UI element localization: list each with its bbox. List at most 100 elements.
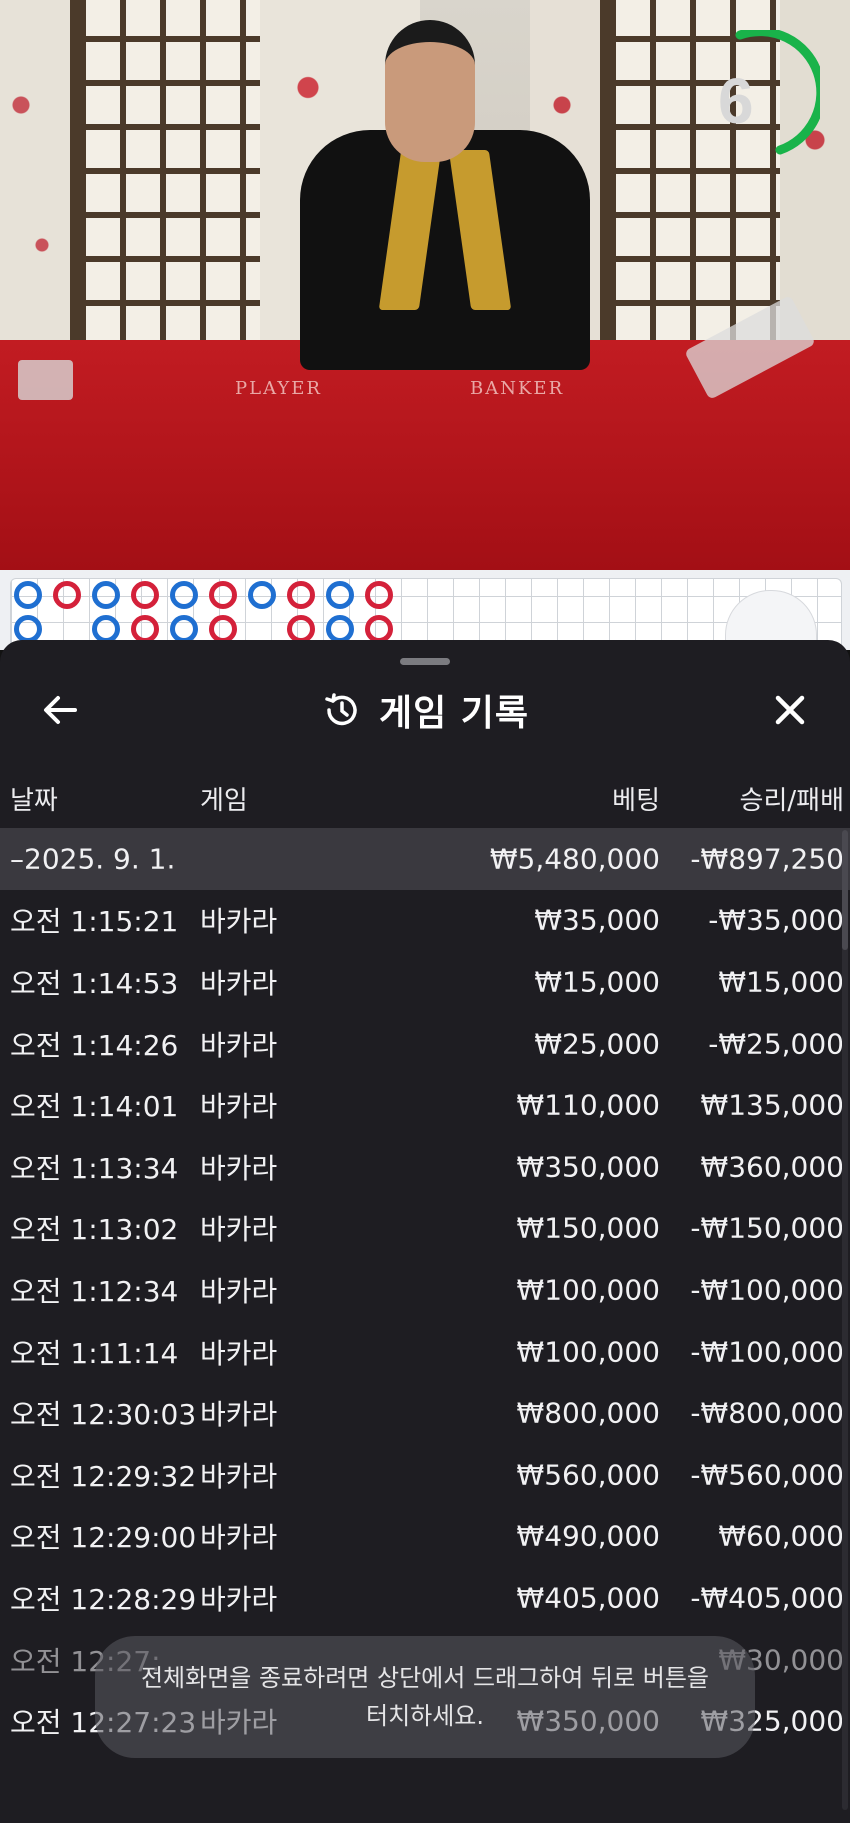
row-time: 오전 12:28:29 xyxy=(10,1582,197,1616)
banker-bead xyxy=(365,581,393,609)
table-row[interactable]: 오전 1:14:53 바카라 ₩15,000 ₩15,000 xyxy=(0,951,850,1013)
sheet-header: 게임 기록 xyxy=(0,680,850,740)
table-row[interactable]: 오전 12:28:29 바카라 ₩405,000 -₩405,000 xyxy=(0,1567,850,1629)
row-game: 바카라 xyxy=(200,1274,278,1308)
close-icon xyxy=(775,695,805,725)
player-bead xyxy=(326,581,354,609)
group-date: –2025. 9. 1. xyxy=(10,842,176,876)
column-header-win-loss: 승리/패배 xyxy=(739,786,844,816)
row-time: 오전 1:12:34 xyxy=(10,1274,179,1308)
row-time: 오전 1:13:02 xyxy=(10,1213,179,1247)
drag-handle[interactable] xyxy=(400,658,450,665)
back-button[interactable] xyxy=(30,680,90,740)
column-header-game: 게임 xyxy=(200,786,248,816)
row-time: 오전 12:29:00 xyxy=(10,1521,197,1555)
row-time: 오전 1:14:01 xyxy=(10,1090,179,1124)
banker-bead xyxy=(287,615,315,643)
player-bead xyxy=(14,615,42,643)
scoreboard xyxy=(0,570,850,650)
lattice-screen xyxy=(70,0,280,350)
table-row[interactable]: 오전 1:15:21 바카라 ₩35,000 -₩35,000 xyxy=(0,890,850,952)
player-bead xyxy=(326,615,354,643)
row-win-loss: -₩405,000 xyxy=(690,1581,844,1615)
live-video: PLAYER BANKER 6 xyxy=(0,0,850,570)
row-win-loss: -₩150,000 xyxy=(690,1211,844,1245)
row-bet: ₩800,000 xyxy=(516,1396,660,1430)
table-row[interactable]: 오전 1:11:14 바카라 ₩100,000 -₩100,000 xyxy=(0,1321,850,1383)
fullscreen-exit-toast: 전체화면을 종료하려면 상단에서 드래그하여 뒤로 버튼을 터치하세요. xyxy=(95,1636,755,1758)
banker-bead xyxy=(131,615,159,643)
dealer-head xyxy=(385,20,475,162)
wall-panel xyxy=(0,0,70,350)
page-title: 게임 기록 xyxy=(378,693,529,734)
banker-bead xyxy=(131,581,159,609)
felt-label-player: PLAYER xyxy=(235,378,322,399)
banker-bead xyxy=(209,615,237,643)
row-bet: ₩560,000 xyxy=(516,1458,660,1492)
close-button[interactable] xyxy=(760,680,820,740)
row-bet: ₩350,000 xyxy=(516,1150,660,1184)
row-win-loss: -₩560,000 xyxy=(690,1458,844,1492)
row-bet: ₩100,000 xyxy=(516,1335,660,1369)
row-time: 오전 1:14:53 xyxy=(10,966,179,1000)
scrollbar-thumb[interactable] xyxy=(842,830,848,950)
row-game: 바카라 xyxy=(200,1213,278,1247)
dealer xyxy=(300,130,590,370)
table-row[interactable]: 오전 12:29:32 바카라 ₩560,000 -₩560,000 xyxy=(0,1444,850,1506)
column-header-bet: 베팅 xyxy=(612,786,660,816)
card-shoe xyxy=(18,360,73,400)
row-time: 오전 1:15:21 xyxy=(10,905,179,939)
scrollbar-track[interactable] xyxy=(842,830,848,1810)
row-win-loss: ₩15,000 xyxy=(718,965,844,999)
banker-bead xyxy=(209,581,237,609)
table-header: 날짜 게임 베팅 승리/패배 xyxy=(0,780,850,820)
row-game: 바카라 xyxy=(200,905,278,939)
felt-label-banker: BANKER xyxy=(470,378,565,399)
toast-line-2: 터치하세요. xyxy=(365,1702,485,1730)
player-bead xyxy=(92,615,120,643)
history-icon xyxy=(325,693,357,726)
banker-bead xyxy=(365,615,393,643)
row-win-loss: ₩135,000 xyxy=(700,1088,844,1122)
row-bet: ₩490,000 xyxy=(516,1519,660,1553)
row-game: 바카라 xyxy=(200,1336,278,1370)
row-bet: ₩110,000 xyxy=(516,1088,660,1122)
table-row[interactable]: 오전 1:14:01 바카라 ₩110,000 ₩135,000 xyxy=(0,1074,850,1136)
table-row[interactable]: 오전 1:14:26 바카라 ₩25,000 -₩25,000 xyxy=(0,1013,850,1075)
table-row[interactable]: 오전 12:30:03 바카라 ₩800,000 -₩800,000 xyxy=(0,1382,850,1444)
row-bet: ₩35,000 xyxy=(534,903,660,937)
banker-bead xyxy=(287,581,315,609)
player-bead xyxy=(170,615,198,643)
date-group-row[interactable]: –2025. 9. 1. ₩5,480,000 -₩897,250 xyxy=(0,828,850,890)
table-row[interactable]: 오전 1:13:02 바카라 ₩150,000 -₩150,000 xyxy=(0,1198,850,1260)
player-bead xyxy=(92,581,120,609)
countdown-timer-value: 6 xyxy=(718,65,754,137)
row-bet: ₩15,000 xyxy=(534,965,660,999)
arrow-left-icon xyxy=(44,696,77,724)
row-game: 바카라 xyxy=(200,1151,278,1185)
row-time: 오전 1:11:14 xyxy=(10,1336,179,1370)
row-time: 오전 1:14:26 xyxy=(10,1028,179,1062)
group-win-loss-total: -₩897,250 xyxy=(690,842,844,876)
row-game: 바카라 xyxy=(200,1398,278,1432)
row-game: 바카라 xyxy=(200,1090,278,1124)
toast-message: 전체화면을 종료하려면 상단에서 드래그하여 뒤로 버튼을 터치하세요. xyxy=(125,1659,725,1735)
table-row[interactable]: 오전 1:13:34 바카라 ₩350,000 ₩360,000 xyxy=(0,1136,850,1198)
row-win-loss: -₩35,000 xyxy=(708,903,844,937)
row-bet: ₩405,000 xyxy=(516,1581,660,1615)
player-bead xyxy=(248,581,276,609)
row-bet: ₩100,000 xyxy=(516,1273,660,1307)
row-win-loss: -₩100,000 xyxy=(690,1273,844,1307)
row-time: 오전 12:29:32 xyxy=(10,1459,197,1493)
table-row[interactable]: 오전 1:12:34 바카라 ₩100,000 -₩100,000 xyxy=(0,1259,850,1321)
row-win-loss: -₩25,000 xyxy=(708,1027,844,1061)
player-bead xyxy=(170,581,198,609)
row-win-loss: -₩100,000 xyxy=(690,1335,844,1369)
table-row[interactable]: 오전 12:29:00 바카라 ₩490,000 ₩60,000 xyxy=(0,1506,850,1568)
row-bet: ₩25,000 xyxy=(534,1027,660,1061)
row-game: 바카라 xyxy=(200,1582,278,1616)
history-table: –2025. 9. 1. ₩5,480,000 -₩897,250 오전 1:1… xyxy=(0,828,850,1752)
row-game: 바카라 xyxy=(200,966,278,1000)
row-game: 바카라 xyxy=(200,1028,278,1062)
column-header-date: 날짜 xyxy=(10,786,58,816)
